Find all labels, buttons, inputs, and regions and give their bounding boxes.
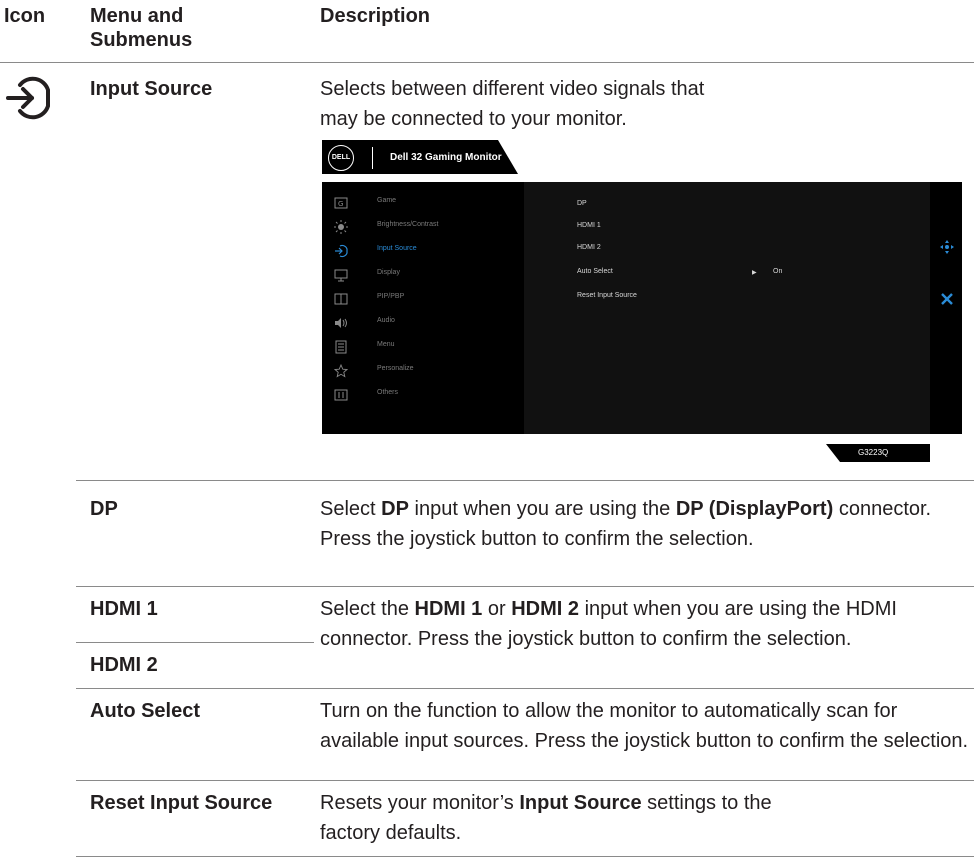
osd-option-dp[interactable]: DP (577, 200, 587, 207)
osd-title-separator (372, 147, 373, 169)
row-divider (76, 780, 974, 781)
hdmi-description: Select the HDMI 1 or HDMI 2 input when y… (320, 598, 897, 650)
brightness-icon (334, 220, 348, 234)
osd-title: Dell 32 Gaming Monitor (390, 152, 502, 163)
input-source-icon (6, 76, 50, 120)
osd-option-auto-select[interactable]: Auto Select (577, 268, 613, 275)
row-divider (76, 642, 314, 643)
star-icon (334, 364, 348, 378)
menu-name-hdmi2: HDMI 2 (90, 654, 158, 676)
row-divider (76, 856, 974, 857)
osd-menu-item-others[interactable]: Others (322, 383, 524, 407)
menu-name-hdmi1: HDMI 1 (90, 598, 158, 620)
osd-menu-label: Personalize (377, 365, 414, 372)
osd-menu-item-game[interactable]: G Game (322, 191, 524, 215)
osd-window: G Game Brightness/Contrast Input Source … (322, 182, 962, 434)
menu-name-reset-input-source: Reset Input Source (90, 792, 273, 814)
reset-description: Resets your monitor’s Input Source setti… (320, 792, 772, 844)
osd-menu-label: Audio (377, 317, 395, 324)
osd-nav-bar (930, 182, 962, 434)
osd-menu-item-brightness[interactable]: Brightness/Contrast (322, 215, 524, 239)
osd-option-reset-input-source[interactable]: Reset Input Source (577, 292, 637, 299)
column-header-icon: Icon (4, 5, 46, 27)
auto-select-description: Turn on the function to allow the monito… (320, 700, 969, 752)
column-header-description: Description (320, 5, 431, 27)
others-icon (334, 389, 348, 401)
pip-pbp-icon (334, 293, 348, 305)
osd-menu-label: PIP/PBP (377, 293, 405, 300)
row-divider (76, 586, 974, 587)
osd-menu-list: G Game Brightness/Contrast Input Source … (322, 182, 524, 434)
header-divider (0, 62, 974, 63)
osd-menu-item-audio[interactable]: Audio (322, 311, 524, 335)
osd-auto-select-value: On (773, 268, 783, 275)
menu-icon (335, 340, 347, 354)
osd-menu-label: Brightness/Contrast (377, 221, 439, 228)
dell-logo: DELL (328, 145, 354, 171)
osd-option-hdmi1[interactable]: HDMI 1 (577, 222, 601, 229)
close-icon[interactable] (940, 292, 954, 306)
osd-option-hdmi2[interactable]: HDMI 2 (577, 244, 601, 251)
osd-menu-label: Game (377, 197, 397, 204)
caret-right-icon: ▶ (752, 270, 757, 276)
osd-menu-label: Menu (377, 341, 395, 348)
input-source-icon (335, 244, 348, 258)
osd-menu-item-menu[interactable]: Menu (322, 335, 524, 359)
display-icon (334, 269, 348, 282)
audio-icon (335, 318, 347, 328)
svg-text:G: G (338, 200, 343, 208)
menu-name-input-source: Input Source (90, 78, 213, 100)
row-divider (76, 688, 974, 689)
osd-menu-item-display[interactable]: Display (322, 263, 524, 287)
dp-description: Select DP input when you are using the D… (320, 498, 932, 550)
menu-name-dp: DP (90, 498, 118, 520)
model-label: G3223Q (858, 448, 889, 457)
osd-menu-item-pip-pbp[interactable]: PIP/PBP (322, 287, 524, 311)
osd-menu-label: Input Source (377, 245, 417, 252)
osd-menu-label: Display (377, 269, 400, 276)
osd-menu-label: Others (377, 389, 399, 396)
game-icon: G (334, 197, 348, 209)
osd-menu-item-input-source[interactable]: Input Source (322, 239, 524, 263)
joystick-icon[interactable] (940, 240, 954, 254)
menu-name-auto-select: Auto Select (90, 700, 201, 722)
row-divider (76, 480, 974, 481)
osd-menu-item-personalize[interactable]: Personalize (322, 359, 524, 383)
column-header-menu: Menu and Submenus (90, 5, 193, 51)
input-source-description: Selects between different video signals … (320, 78, 705, 130)
